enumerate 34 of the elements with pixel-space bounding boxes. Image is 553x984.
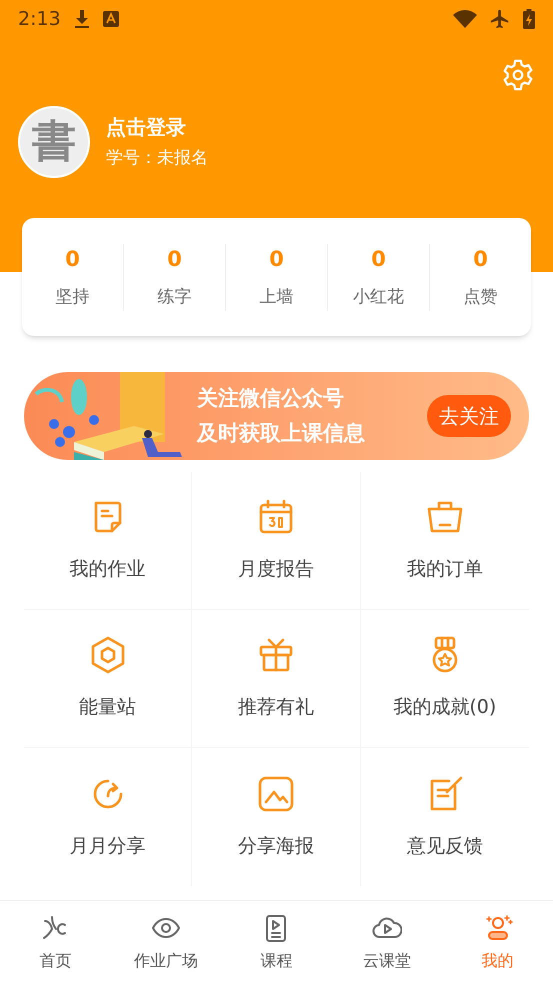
student-id: 学号：未报名 <box>106 147 208 170</box>
battery-icon <box>523 9 535 29</box>
menu-item[interactable]: 意见反馈 <box>360 748 529 886</box>
banner-text: 及时获取上课信息 <box>197 420 365 447</box>
status-time: 2:13 <box>18 6 61 32</box>
menu-item[interactable]: 月月分享 <box>24 748 192 886</box>
stat-value: 0 <box>65 246 80 272</box>
tab[interactable]: 作业广场 <box>110 912 222 972</box>
menu-item[interactable]: 分享海报 <box>192 748 361 886</box>
menu-item[interactable]: 推荐有礼 <box>192 610 361 748</box>
stat-value: 0 <box>473 246 488 272</box>
tab[interactable]: 课程 <box>221 912 332 972</box>
stat-label: 上墙 <box>260 286 294 309</box>
stat-value: 0 <box>167 246 182 272</box>
menu-item[interactable]: 能量站 <box>24 610 192 748</box>
banner-text: 关注微信公众号 <box>197 384 345 412</box>
image-icon <box>256 774 296 814</box>
download-icon <box>72 9 91 29</box>
menu-item[interactable]: 我的订单 <box>360 472 529 610</box>
wifi-icon <box>453 10 477 28</box>
notification-icon <box>102 11 119 27</box>
menu-item[interactable]: 月度报告 <box>192 472 361 610</box>
stat-label: 点赞 <box>464 286 498 309</box>
stat-label: 小红花 <box>353 286 404 309</box>
airplane-icon <box>489 8 511 30</box>
menu-item[interactable]: 我的成就(0) <box>360 610 529 748</box>
tab[interactable]: 首页 <box>0 912 111 972</box>
stat-value: 0 <box>371 246 386 272</box>
settings-icon[interactable] <box>501 58 535 92</box>
tab[interactable]: 云课堂 <box>332 912 442 972</box>
menu-item[interactable]: 我的作业 <box>24 472 192 610</box>
stat-value: 0 <box>269 246 284 272</box>
stat-label: 坚持 <box>56 286 90 309</box>
stat-label: 练字 <box>158 286 192 309</box>
